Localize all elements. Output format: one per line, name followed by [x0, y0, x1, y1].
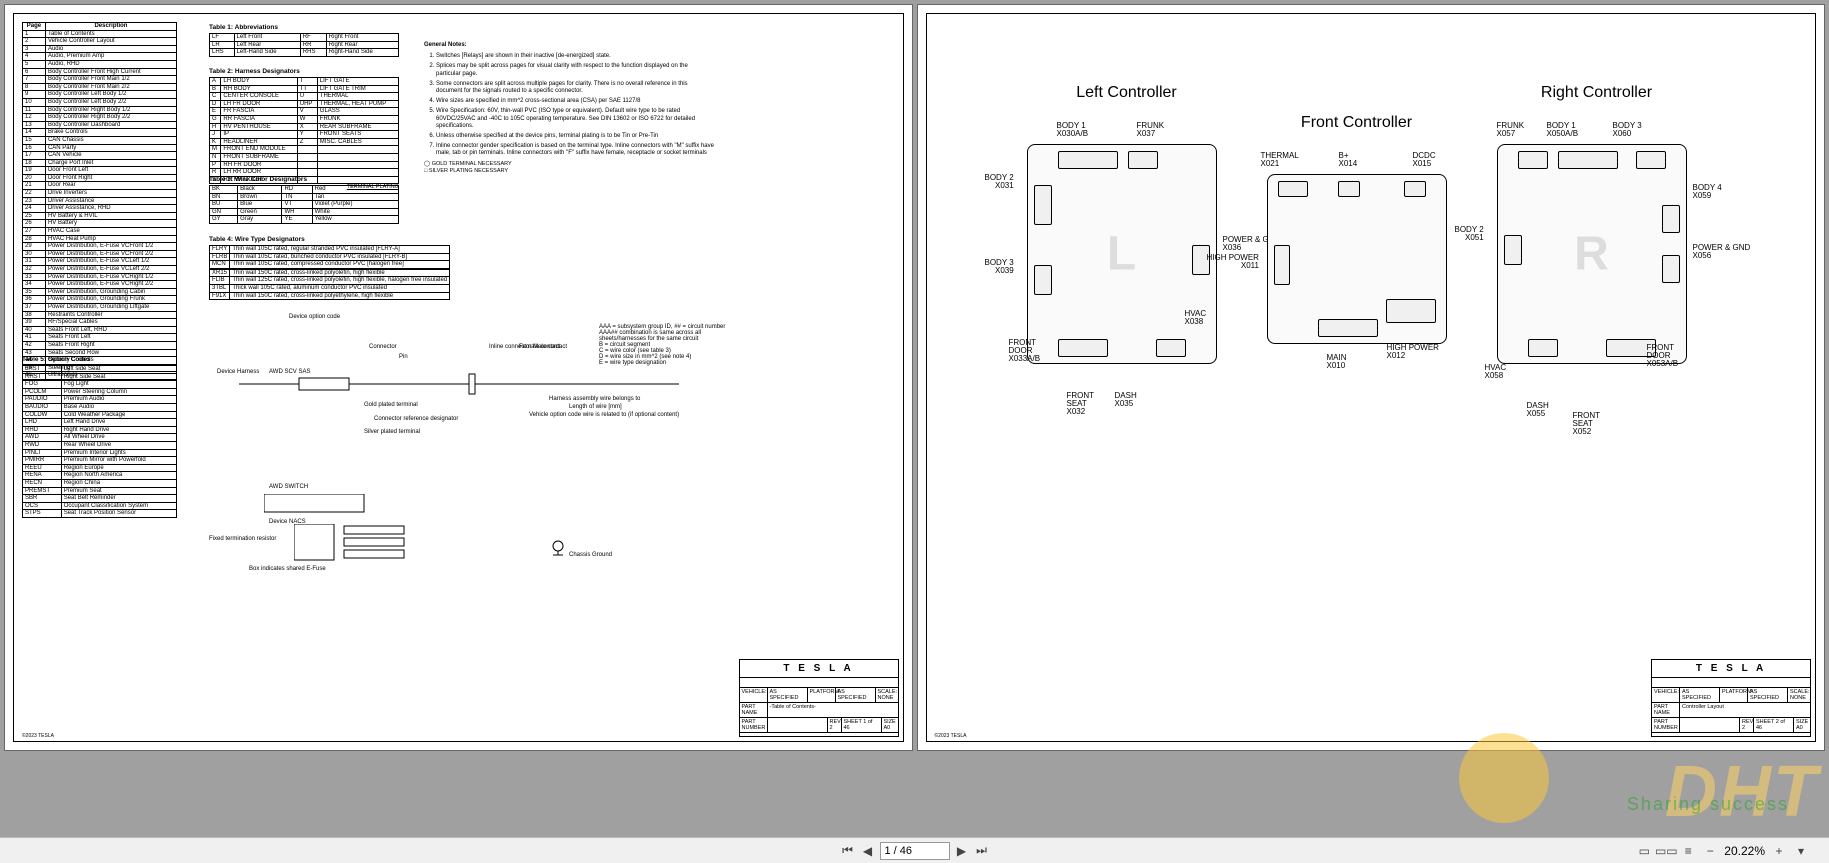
conn-front-bplus: B+ X014: [1339, 152, 1358, 168]
conn-left-body1: BODY 1 X030A/B: [1057, 122, 1089, 138]
legend-silver: SILVER PLATING NECESSARY: [429, 168, 508, 174]
color-table-area: Table 3: Wire Color Designators BKBlackR…: [209, 174, 399, 224]
view-single-icon[interactable]: ▭: [1636, 843, 1652, 859]
zoom-out-button[interactable]: −: [1702, 843, 1718, 859]
wiring-legend-diagram: Device option code Connector Pin Inline …: [209, 314, 895, 651]
conn-front-thermal: THERMAL X021: [1261, 152, 1299, 168]
toc: PageDescription 1Table of Contents2Vehic…: [22, 22, 177, 380]
sheet-name: -Table of Contents-: [768, 703, 898, 717]
next-page-button[interactable]: ▶: [954, 843, 970, 859]
conn-left-body2: BODY 2 X031: [985, 174, 1014, 190]
general-notes: General Notes: Switches [Relays] are sho…: [424, 42, 714, 175]
right-controller-box: R: [1497, 144, 1687, 364]
last-page-button[interactable]: ⏭: [974, 843, 990, 859]
right-controller-title: Right Controller: [1497, 84, 1697, 102]
harness-table-area: Table 2: Harness Designators ALH BODYTLI…: [209, 66, 399, 190]
abbrev-title: Table 1: Abbreviations: [209, 24, 399, 31]
zoom-dropdown-icon[interactable]: ▾: [1793, 843, 1809, 859]
wiretype-table-area: Table 4: Wire Type Designators FLRYThin …: [209, 234, 399, 300]
lbl-gold-term: Gold plated terminal: [364, 402, 418, 408]
titleblock-p1: T E S L A VEHICLE:AS SPECIFIEDPLATFORM:A…: [739, 659, 899, 737]
zoom-in-button[interactable]: +: [1771, 843, 1787, 859]
lbl-box-efuse: Box indicates shared E-Fuse: [249, 566, 326, 572]
sheet-name-2: Controller Layout: [1680, 703, 1810, 717]
watermark-circle: [1459, 733, 1549, 823]
lbl-vehicle-opt: Vehicle option code wire is related to (…: [529, 412, 679, 418]
front-controller-title: Front Controller: [1257, 114, 1457, 132]
conn-right-frunk: FRUNK X057: [1497, 122, 1525, 138]
copyright-2: ©2023 TESLA: [935, 733, 967, 739]
lbl-pin: Pin: [399, 354, 408, 360]
conn-left-dash: DASH X035: [1115, 392, 1137, 408]
notes-heading: General Notes:: [424, 42, 714, 49]
conn-right-body4: BODY 4 X059: [1693, 184, 1722, 200]
color-title: Table 3: Wire Color Designators: [209, 176, 399, 183]
lbl-silver-term: Silver plated terminal: [364, 429, 420, 435]
option-codes: Table 5: Option Codes LHSTLeft side Seat…: [22, 354, 177, 518]
efuse-graphic: [294, 524, 464, 564]
conn-left-frontseat: FRONT SEAT X032: [1067, 392, 1095, 416]
harness-title: Table 2: Harness Designators: [209, 68, 399, 75]
pdf-toolbar: ⏮ ◀ ▶ ⏭ ▭ ▭▭ ≡ − 20.22% + ▾: [0, 837, 1829, 863]
conn-right-body2: BODY 2 X051: [1455, 226, 1484, 242]
view-continuous-icon[interactable]: ≡: [1680, 843, 1696, 859]
harness-table: ALH BODYTLIFT GATEBRH BODYTTLIFT GATE TR…: [209, 77, 399, 184]
conn-left-body3: BODY 3 X039: [985, 259, 1014, 275]
conn-left-hvac: HVAC X038: [1185, 310, 1207, 326]
lbl-awd-switch: AWD SWITCH: [269, 484, 308, 490]
wiretype-table: FLRYThin wall 105C rated, regular strand…: [209, 245, 450, 300]
awd-switch-graphic: [264, 494, 374, 516]
l-letter: L: [1107, 227, 1136, 282]
copyright: ©2023 TESLA: [22, 733, 54, 739]
prev-page-button[interactable]: ◀: [860, 843, 876, 859]
toc-table: PageDescription 1Table of Contents2Vehic…: [22, 22, 177, 380]
lbl-chassis-gnd: Chassis Ground: [569, 552, 612, 558]
optcodes-table: LHSTLeft side SeatRHSTRight Side SeatFOG…: [22, 365, 177, 518]
wiretype-title: Table 4: Wire Type Designators: [209, 236, 399, 243]
conn-right-power: POWER & GND X056: [1693, 244, 1751, 260]
lbl-fixed-res: Fixed termination resistor: [209, 536, 276, 542]
lbl-conn-ref: Connector reference designator: [374, 416, 458, 422]
conn-front-main: MAIN X010: [1327, 354, 1347, 370]
first-page-button[interactable]: ⏮: [840, 843, 856, 859]
lbl-length: Length of wire [mm]: [569, 404, 622, 410]
conn-right-frontdoor: FRONT DOOR X053A/B: [1647, 344, 1679, 368]
page-viewer: PageDescription 1Table of Contents2Vehic…: [0, 0, 1829, 755]
lbl-harness-belongs: Harness assembly wire belongs to: [549, 396, 640, 402]
conn-left-frontdoor: FRONT DOOR X033A/B: [1009, 339, 1041, 363]
front-controller-box: [1267, 174, 1447, 344]
conn-front-hp1: HIGH POWER X011: [1207, 254, 1259, 270]
watermark-text: DHT: [1665, 751, 1819, 833]
lbl-inline-female: Female contact: [519, 344, 560, 350]
conn-right-dash: DASH X055: [1527, 402, 1549, 418]
brand-logo: T E S L A: [740, 660, 898, 678]
r-letter: R: [1574, 227, 1609, 282]
conn-front-dcdc: DCDC X015: [1413, 152, 1436, 168]
zoom-level: 20.22%: [1724, 844, 1765, 858]
brand-logo-2: T E S L A: [1652, 660, 1810, 678]
conn-front-hp2: HIGH POWER X012: [1387, 344, 1439, 360]
color-table: BKBlackRDRedBNBrownTNTanBUBlueVTViolet (…: [209, 185, 399, 224]
abbrev-table: LFLeft FrontRFRight FrontLRLeft RearRRRi…: [209, 33, 399, 57]
legend-gold: GOLD TERMINAL NECESSARY: [432, 161, 512, 167]
left-controller-title: Left Controller: [1027, 84, 1227, 102]
optcodes-title: Table 5: Option Codes: [22, 356, 177, 363]
status-success: Sharing success: [1627, 794, 1789, 815]
abbrev-table-area: Table 1: Abbreviations LFLeft FrontRFRig…: [209, 22, 399, 57]
conn-right-frontseat: FRONT SEAT X052: [1573, 412, 1601, 436]
conn-right-hvac: HVAC X058: [1485, 364, 1507, 380]
conn-right-body1: BODY 1 X050A/B: [1547, 122, 1579, 138]
page-1: PageDescription 1Table of Contents2Vehic…: [4, 4, 913, 751]
lbl-device-option: Device option code: [289, 314, 340, 320]
lbl-legend-notes: AAA = subsystem group ID, ## = circuit n…: [599, 324, 749, 366]
conn-left-frunk: FRUNK X037: [1137, 122, 1165, 138]
ground-icon: [549, 539, 567, 557]
page-input[interactable]: [880, 842, 950, 860]
page-2: Left Controller Front Controller Right C…: [917, 4, 1826, 751]
lbl-connector: Connector: [369, 344, 397, 350]
titleblock-p2: T E S L A VEHICLE:AS SPECIFIEDPLATFORM:A…: [1651, 659, 1811, 737]
conn-right-body3: BODY 3 X060: [1613, 122, 1642, 138]
left-controller-box: L: [1027, 144, 1217, 364]
view-facing-icon[interactable]: ▭▭: [1658, 843, 1674, 859]
